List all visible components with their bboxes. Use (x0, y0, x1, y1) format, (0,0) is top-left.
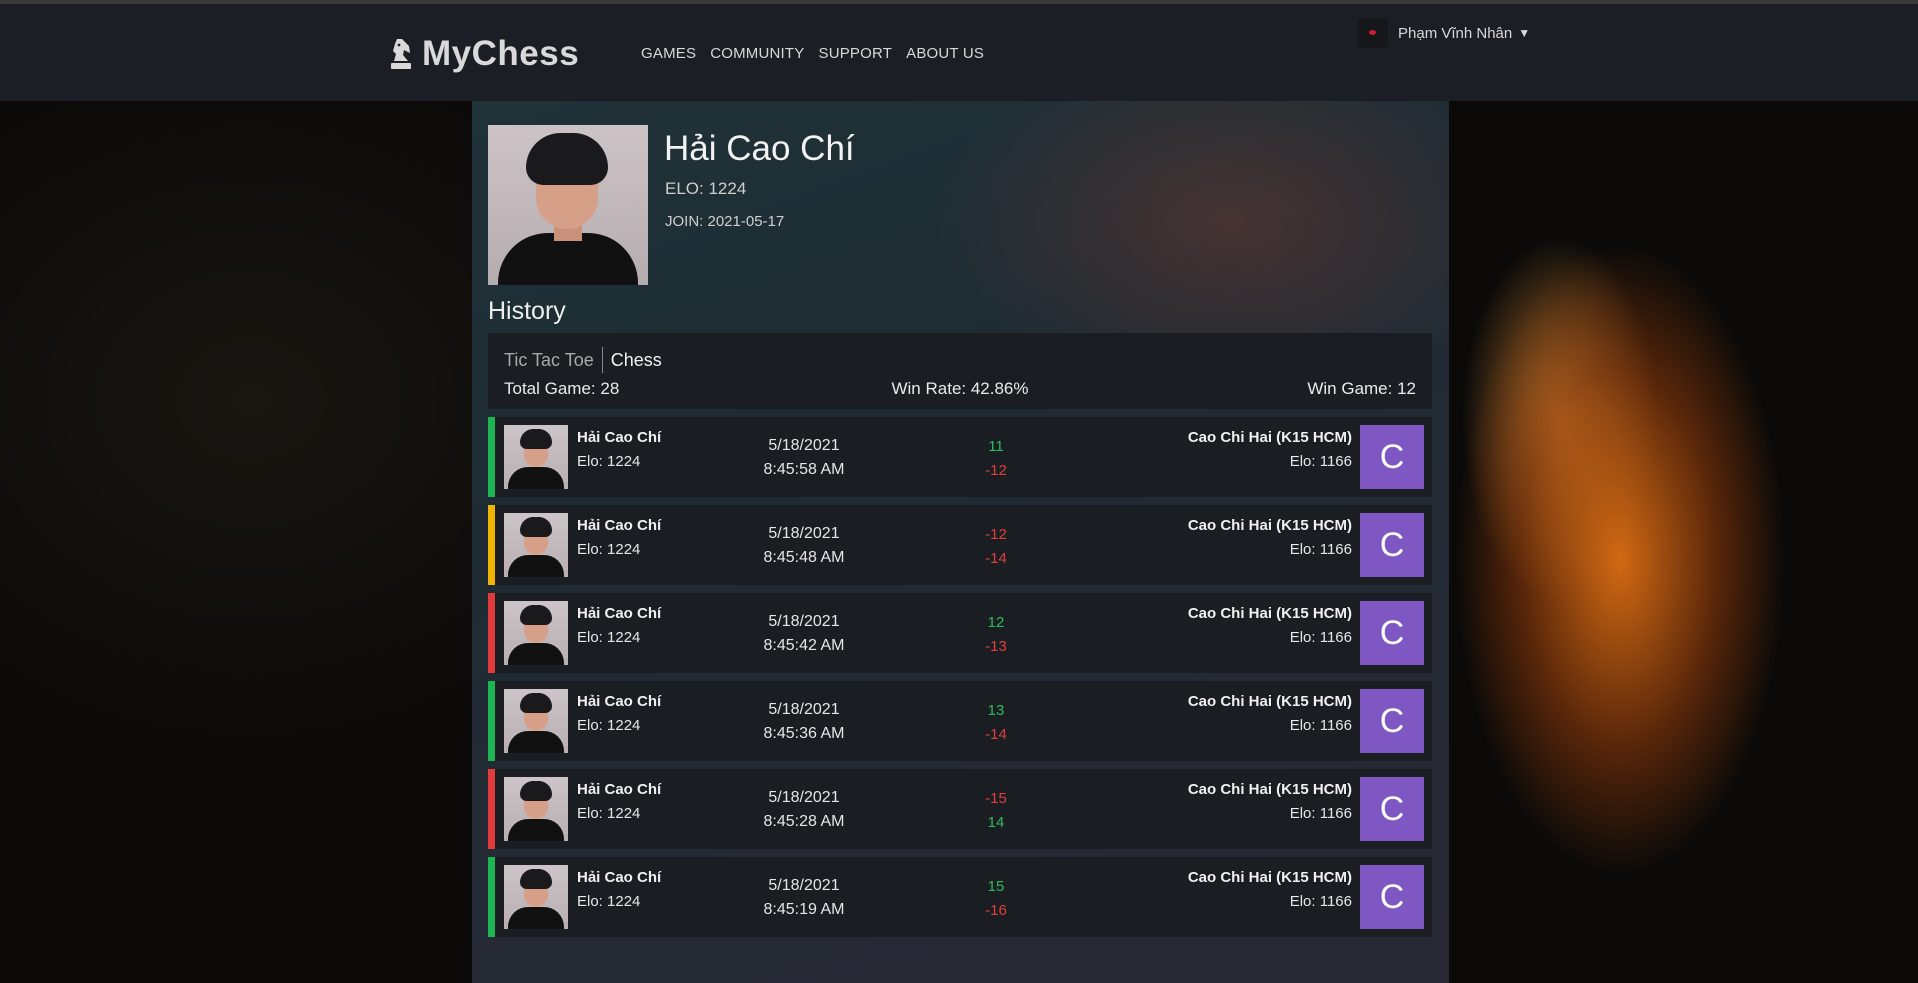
opponent-elo-change: 14 (987, 814, 1005, 831)
game-date: 5/18/2021 (768, 789, 840, 806)
opponent-name: Cao Chi Hai (K15 HCM) (1187, 605, 1352, 622)
game-row[interactable]: Hải Cao Chí Elo: 1224 5/18/2021 8:45:42 AM 1… (488, 593, 1432, 673)
nav-community[interactable]: COMMUNITY (710, 45, 804, 62)
nav-games[interactable]: GAMES (641, 45, 696, 62)
game-date: 5/18/2021 (768, 525, 840, 542)
nav-support[interactable]: SUPPORT (818, 45, 892, 62)
opponent-elo-change: -14 (985, 726, 1007, 743)
player-name: Hải Cao Chí (577, 781, 662, 798)
opponent-avatar: C (1360, 601, 1424, 665)
result-indicator (488, 857, 495, 937)
player-name: Hải Cao Chí (577, 869, 662, 886)
player-elo: Elo: 1224 (577, 629, 641, 646)
profile-name: Hải Cao Chí (664, 129, 855, 168)
opponent-avatar: C (1360, 425, 1424, 489)
result-indicator (488, 769, 495, 849)
navbar: MyChess GAMES COMMUNITY SUPPORT ABOUT US… (0, 4, 1918, 101)
player-name: Hải Cao Chí (577, 605, 662, 622)
result-indicator (488, 505, 495, 585)
player-photo (504, 513, 568, 577)
player-name: Hải Cao Chí (577, 429, 662, 446)
game-date: 5/18/2021 (768, 437, 840, 454)
player-photo (504, 689, 568, 753)
player-photo (504, 865, 568, 929)
player-elo: Elo: 1224 (577, 717, 641, 734)
tab-chess[interactable]: Chess (603, 350, 662, 371)
user-avatar (1358, 18, 1388, 48)
profile-elo: ELO: 1224 (665, 179, 747, 198)
profile-panel: Hải Cao Chí ELO: 1224 JOIN: 2021-05-17 H… (472, 101, 1449, 983)
result-indicator (488, 417, 495, 497)
player-elo-change: -12 (985, 526, 1007, 543)
opponent-avatar: C (1360, 865, 1424, 929)
player-photo (504, 425, 568, 489)
history-title: History (488, 297, 566, 325)
win-rate: Win Rate: 42.86% (891, 379, 1029, 398)
nav-about-us[interactable]: ABOUT US (906, 45, 984, 62)
game-row[interactable]: Hải Cao Chí Elo: 1224 5/18/2021 8:45:28 AM -… (488, 769, 1432, 849)
player-elo-change: 11 (988, 438, 1004, 455)
game-date: 5/18/2021 (768, 613, 840, 630)
player-elo-change: -15 (985, 790, 1007, 807)
user-menu[interactable]: Phạm Vĩnh Nhân ▼ (1358, 18, 1530, 48)
game-time: 8:45:58 AM (763, 461, 845, 478)
win-games: Win Game: 12 (1307, 379, 1416, 398)
player-name: Hải Cao Chí (577, 693, 662, 710)
tab-tic-tac-toe[interactable]: Tic Tac Toe (504, 350, 602, 371)
opponent-elo: Elo: 1166 (1289, 893, 1352, 910)
game-date: 5/18/2021 (768, 877, 840, 894)
profile-photo (488, 125, 648, 285)
opponent-name: Cao Chi Hai (K15 HCM) (1187, 693, 1352, 710)
game-date: 5/18/2021 (768, 701, 840, 718)
brand-logo[interactable]: MyChess (388, 34, 579, 74)
opponent-name: Cao Chi Hai (K15 HCM) (1187, 869, 1352, 886)
player-elo: Elo: 1224 (577, 541, 641, 558)
opponent-elo-change: -16 (985, 902, 1007, 919)
history-stats: Tic Tac Toe Chess Total Game: 28 Win Rat… (488, 333, 1432, 409)
player-elo-change: 13 (987, 702, 1005, 719)
game-row[interactable]: Hải Cao Chí Elo: 1224 5/18/2021 8:45:19 AM 1… (488, 857, 1432, 937)
main-nav: GAMES COMMUNITY SUPPORT ABOUT US (641, 45, 984, 62)
opponent-elo-change: -13 (985, 638, 1007, 655)
result-indicator (488, 681, 495, 761)
player-elo-change: 15 (987, 878, 1005, 895)
profile-join-date: JOIN: 2021-05-17 (665, 213, 785, 230)
game-row[interactable]: Hải Cao Chí Elo: 1224 5/18/2021 8:45:58 AM 1… (488, 417, 1432, 497)
player-elo-change: 12 (987, 614, 1005, 631)
opponent-avatar: C (1360, 513, 1424, 577)
player-elo: Elo: 1224 (577, 453, 641, 470)
game-time: 8:45:28 AM (763, 813, 845, 830)
opponent-name: Cao Chi Hai (K15 HCM) (1187, 781, 1352, 798)
opponent-elo: Elo: 1166 (1289, 453, 1352, 470)
game-time: 8:45:48 AM (763, 549, 845, 566)
opponent-name: Cao Chi Hai (K15 HCM) (1187, 429, 1352, 446)
brand-name: MyChess (422, 34, 580, 73)
player-elo: Elo: 1224 (577, 805, 641, 822)
game-row[interactable]: Hải Cao Chí Elo: 1224 5/18/2021 8:45:48 AM -… (488, 505, 1432, 585)
game-row[interactable]: Hải Cao Chí Elo: 1224 5/18/2021 8:45:36 AM 1… (488, 681, 1432, 761)
opponent-elo: Elo: 1166 (1289, 805, 1352, 822)
opponent-elo-change: -12 (985, 462, 1007, 479)
opponent-elo: Elo: 1166 (1289, 541, 1352, 558)
user-name: Phạm Vĩnh Nhân (1398, 24, 1513, 42)
opponent-elo-change: -14 (985, 550, 1007, 567)
player-photo (504, 777, 568, 841)
opponent-elo: Elo: 1166 (1289, 717, 1352, 734)
game-time: 8:45:19 AM (763, 901, 845, 918)
player-photo (504, 601, 568, 665)
player-name: Hải Cao Chí (577, 517, 662, 534)
caret-down-icon: ▼ (1518, 26, 1531, 40)
opponent-elo: Elo: 1166 (1289, 629, 1352, 646)
result-indicator (488, 593, 495, 673)
game-history-list: Hải Cao Chí Elo: 1224 5/18/2021 8:45:58 AM 1… (488, 417, 1432, 945)
chess-knight-icon (391, 39, 411, 69)
opponent-avatar: C (1360, 777, 1424, 841)
game-time: 8:45:36 AM (763, 725, 845, 742)
player-elo: Elo: 1224 (577, 893, 641, 910)
game-time: 8:45:42 AM (763, 637, 845, 654)
opponent-name: Cao Chi Hai (K15 HCM) (1187, 517, 1352, 534)
game-tabs: Tic Tac Toe Chess (504, 347, 662, 373)
opponent-avatar: C (1360, 689, 1424, 753)
